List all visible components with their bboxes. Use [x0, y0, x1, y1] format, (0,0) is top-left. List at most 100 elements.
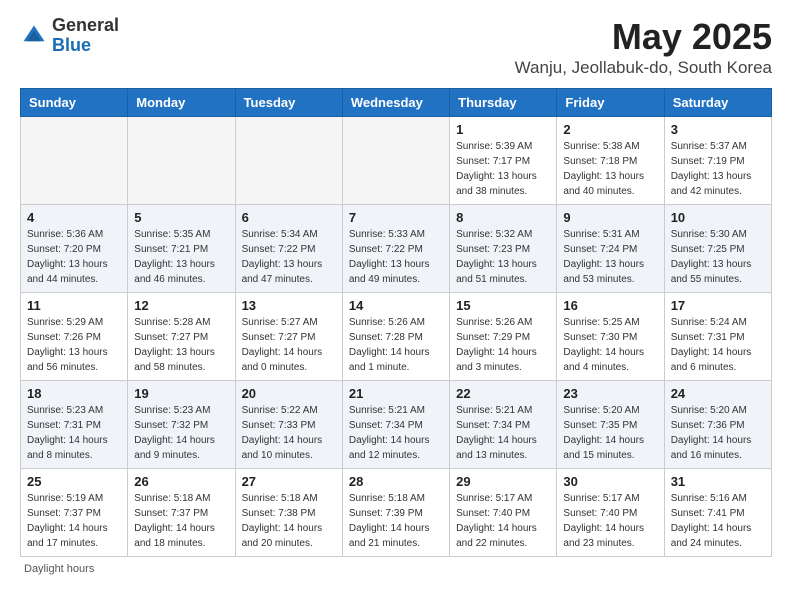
calendar-week-row: 18Sunrise: 5:23 AM Sunset: 7:31 PM Dayli…	[21, 381, 772, 469]
day-number: 19	[134, 386, 228, 401]
weekday-header: Thursday	[450, 89, 557, 117]
table-row: 21Sunrise: 5:21 AM Sunset: 7:34 PM Dayli…	[342, 381, 449, 469]
calendar-table: SundayMondayTuesdayWednesdayThursdayFrid…	[20, 88, 772, 557]
day-number: 14	[349, 298, 443, 313]
day-number: 6	[242, 210, 336, 225]
table-row: 12 Sunrise: 5:28 AM Sunset: 7:27 PM Dayli…	[128, 293, 235, 381]
day-info: Sunrise: 5:18 AM Sunset: 7:38 PM Dayligh…	[242, 491, 336, 551]
day-info: Sunrise: 5:31 AM Sunset: 7:24 PM Dayligh…	[563, 227, 657, 287]
weekday-header: Friday	[557, 89, 664, 117]
title-area: May 2025 Wanju, Jeollabuk-do, South Kore…	[515, 16, 772, 78]
day-info: Sunrise: 5:25 AM Sunset: 7:30 PM Dayligh…	[563, 315, 657, 375]
day-number: 23	[563, 386, 657, 401]
day-number: 31	[671, 474, 765, 489]
daylight-hours-label: Daylight hours	[24, 563, 94, 575]
logo-icon	[20, 22, 48, 50]
table-row: 20Sunrise: 5:22 AM Sunset: 7:33 PM Dayli…	[235, 381, 342, 469]
table-row	[235, 117, 342, 205]
day-info: Sunrise: 5:17 AM Sunset: 7:40 PM Dayligh…	[456, 491, 550, 551]
day-info: Sunrise: 5:37 AM Sunset: 7:19 PM Dayligh…	[671, 139, 765, 199]
day-info: Sunrise: 5:36 AM Sunset: 7:20 PM Dayligh…	[27, 227, 121, 287]
table-row: 11 Sunrise: 5:29 AM Sunset: 7:26 PM Dayli…	[21, 293, 128, 381]
day-number: 10	[671, 210, 765, 225]
table-row: 26Sunrise: 5:18 AM Sunset: 7:37 PM Dayli…	[128, 469, 235, 557]
calendar-week-row: 11 Sunrise: 5:29 AM Sunset: 7:26 PM Dayli…	[21, 293, 772, 381]
table-row: 13 Sunrise: 5:27 AM Sunset: 7:27 PM Dayli…	[235, 293, 342, 381]
day-number: 9	[563, 210, 657, 225]
day-info: Sunrise: 5:33 AM Sunset: 7:22 PM Dayligh…	[349, 227, 443, 287]
table-row: 15Sunrise: 5:26 AM Sunset: 7:29 PM Dayli…	[450, 293, 557, 381]
table-row: 23 Sunrise: 5:20 AM Sunset: 7:35 PM Dayli…	[557, 381, 664, 469]
day-info: Sunrise: 5:26 AM Sunset: 7:28 PM Dayligh…	[349, 315, 443, 375]
day-info: Sunrise: 5:19 AM Sunset: 7:37 PM Dayligh…	[27, 491, 121, 551]
table-row	[128, 117, 235, 205]
day-info: Sunrise: 5:23 AM Sunset: 7:31 PM Dayligh…	[27, 403, 121, 463]
day-number: 26	[134, 474, 228, 489]
day-info: Sunrise: 5:27 AM Sunset: 7:27 PM Dayligh…	[242, 315, 336, 375]
day-info: Sunrise: 5:24 AM Sunset: 7:31 PM Dayligh…	[671, 315, 765, 375]
day-info: Sunrise: 5:17 AM Sunset: 7:40 PM Dayligh…	[563, 491, 657, 551]
table-row: 28Sunrise: 5:18 AM Sunset: 7:39 PM Dayli…	[342, 469, 449, 557]
day-number: 30	[563, 474, 657, 489]
day-info: Sunrise: 5:20 AM Sunset: 7:36 PM Dayligh…	[671, 403, 765, 463]
calendar-week-row: 25 Sunrise: 5:19 AM Sunset: 7:37 PM Dayli…	[21, 469, 772, 557]
table-row: 7 Sunrise: 5:33 AM Sunset: 7:22 PM Daylig…	[342, 205, 449, 293]
table-row: 5 Sunrise: 5:35 AM Sunset: 7:21 PM Daylig…	[128, 205, 235, 293]
weekday-header: Wednesday	[342, 89, 449, 117]
table-row: 19Sunrise: 5:23 AM Sunset: 7:32 PM Dayli…	[128, 381, 235, 469]
day-number: 8	[456, 210, 550, 225]
day-number: 1	[456, 122, 550, 137]
day-info: Sunrise: 5:35 AM Sunset: 7:21 PM Dayligh…	[134, 227, 228, 287]
table-row: 30 Sunrise: 5:17 AM Sunset: 7:40 PM Dayli…	[557, 469, 664, 557]
day-number: 25	[27, 474, 121, 489]
logo-general-text: General	[52, 16, 119, 36]
table-row: 17Sunrise: 5:24 AM Sunset: 7:31 PM Dayli…	[664, 293, 771, 381]
location-title: Wanju, Jeollabuk-do, South Korea	[515, 58, 772, 78]
day-info: Sunrise: 5:32 AM Sunset: 7:23 PM Dayligh…	[456, 227, 550, 287]
day-number: 11	[27, 298, 121, 313]
weekday-header: Sunday	[21, 89, 128, 117]
table-row: 25 Sunrise: 5:19 AM Sunset: 7:37 PM Dayli…	[21, 469, 128, 557]
day-number: 20	[242, 386, 336, 401]
day-number: 21	[349, 386, 443, 401]
table-row	[342, 117, 449, 205]
day-number: 28	[349, 474, 443, 489]
page-header: General Blue May 2025 Wanju, Jeollabuk-d…	[20, 16, 772, 78]
day-info: Sunrise: 5:30 AM Sunset: 7:25 PM Dayligh…	[671, 227, 765, 287]
day-number: 27	[242, 474, 336, 489]
calendar-week-row: 1Sunrise: 5:39 AM Sunset: 7:17 PM Daylig…	[21, 117, 772, 205]
day-number: 12	[134, 298, 228, 313]
day-info: Sunrise: 5:28 AM Sunset: 7:27 PM Dayligh…	[134, 315, 228, 375]
day-info: Sunrise: 5:34 AM Sunset: 7:22 PM Dayligh…	[242, 227, 336, 287]
day-info: Sunrise: 5:29 AM Sunset: 7:26 PM Dayligh…	[27, 315, 121, 375]
day-number: 4	[27, 210, 121, 225]
day-number: 22	[456, 386, 550, 401]
table-row: 29 Sunrise: 5:17 AM Sunset: 7:40 PM Dayli…	[450, 469, 557, 557]
day-number: 7	[349, 210, 443, 225]
weekday-header: Monday	[128, 89, 235, 117]
weekday-header: Saturday	[664, 89, 771, 117]
day-number: 24	[671, 386, 765, 401]
table-row: 10 Sunrise: 5:30 AM Sunset: 7:25 PM Dayli…	[664, 205, 771, 293]
day-number: 15	[456, 298, 550, 313]
table-row: 24 Sunrise: 5:20 AM Sunset: 7:36 PM Dayli…	[664, 381, 771, 469]
table-row: 2Sunrise: 5:38 AM Sunset: 7:18 PM Daylig…	[557, 117, 664, 205]
day-number: 5	[134, 210, 228, 225]
day-info: Sunrise: 5:38 AM Sunset: 7:18 PM Dayligh…	[563, 139, 657, 199]
table-row: 3 Sunrise: 5:37 AM Sunset: 7:19 PM Daylig…	[664, 117, 771, 205]
day-number: 3	[671, 122, 765, 137]
day-number: 13	[242, 298, 336, 313]
table-row: 16 Sunrise: 5:25 AM Sunset: 7:30 PM Dayli…	[557, 293, 664, 381]
day-number: 29	[456, 474, 550, 489]
table-row: 14 Sunrise: 5:26 AM Sunset: 7:28 PM Dayli…	[342, 293, 449, 381]
table-row: 4 Sunrise: 5:36 AM Sunset: 7:20 PM Daylig…	[21, 205, 128, 293]
table-row: 31Sunrise: 5:16 AM Sunset: 7:41 PM Dayli…	[664, 469, 771, 557]
table-row: 6 Sunrise: 5:34 AM Sunset: 7:22 PM Daylig…	[235, 205, 342, 293]
weekday-header: Tuesday	[235, 89, 342, 117]
logo: General Blue	[20, 16, 119, 56]
month-title: May 2025	[515, 16, 772, 58]
day-info: Sunrise: 5:21 AM Sunset: 7:34 PM Dayligh…	[456, 403, 550, 463]
day-number: 16	[563, 298, 657, 313]
day-info: Sunrise: 5:20 AM Sunset: 7:35 PM Dayligh…	[563, 403, 657, 463]
table-row: 22 Sunrise: 5:21 AM Sunset: 7:34 PM Dayli…	[450, 381, 557, 469]
